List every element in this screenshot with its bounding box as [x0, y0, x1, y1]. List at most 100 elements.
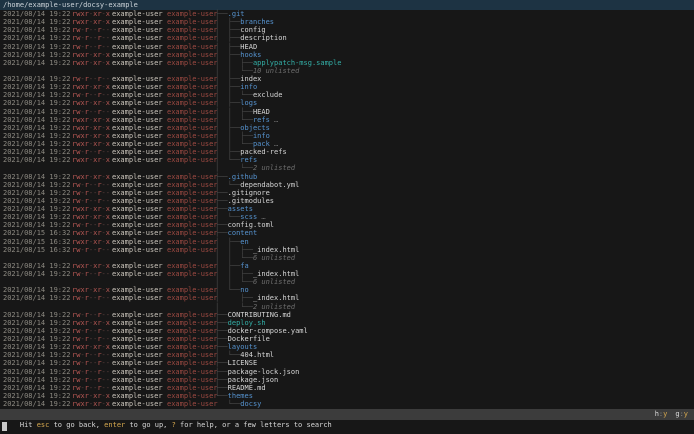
permissions: rw-r--r--	[72, 270, 110, 278]
tree-row[interactable]: 2021/08/14 19:22 rwxr-xr-x example-user exa…	[0, 59, 694, 67]
group: example-user	[167, 359, 218, 368]
tree-row[interactable]: 2021/08/14 19:22 rw-r--r-- example-user exa…	[0, 26, 694, 34]
group: example-user	[167, 318, 218, 327]
search-input[interactable]	[0, 420, 694, 434]
modified-date: 2021/08/14 19:22	[3, 50, 71, 59]
tree-row[interactable]: 2021/08/14 19:22 rwxr-xr-x example-user exa…	[0, 205, 694, 213]
owner: example-user	[112, 107, 163, 116]
permissions: rw-r--r--	[72, 367, 110, 376]
modified-date: 2021/08/14 19:22	[3, 156, 71, 165]
tree-cell: │ ├──_index.html	[215, 294, 299, 302]
tree-row[interactable]: 2021/08/14 19:22 rw-r--r-- example-user exa…	[0, 270, 694, 278]
owner: example-user	[112, 221, 163, 230]
tree-branch-lines: │ ├──	[215, 34, 241, 43]
tree-cell: │ │ ├──applypatch-msg.sample	[215, 59, 341, 67]
tree-row[interactable]: 2021/08/14 19:22 rw-r--r-- example-user exa…	[0, 376, 694, 384]
tree-row[interactable]: 2021/08/14 19:22 rwxr-xr-x example-user exa…	[0, 51, 694, 59]
entry-name: dependabot.yml	[240, 180, 300, 189]
tree-row[interactable]: 2021/08/14 19:22 rwxr-xr-x example-user exa…	[0, 262, 694, 270]
tree-row[interactable]: 2021/08/14 19:22 rw-r--r-- example-user exa…	[0, 43, 694, 51]
tree-row[interactable]: 2021/08/14 19:22 rw-r--r-- example-user exa…	[0, 294, 694, 302]
owner: example-user	[112, 359, 163, 368]
tree-row[interactable]: 2021/08/14 19:22 rw-r--r-- example-user exa…	[0, 197, 694, 205]
entry-name: fa	[240, 261, 249, 270]
tree-row[interactable]: 2021/08/14 19:22 rwxr-xr-x example-user exa…	[0, 18, 694, 26]
tree-row[interactable]: 2021/08/14 19:22 rw-r--r-- example-user exa…	[0, 359, 694, 367]
tree-row[interactable]: 2021/08/14 19:22 rwxr-xr-x example-user exa…	[0, 392, 694, 400]
permissions: rw-r--r--	[72, 351, 110, 360]
tree-row[interactable]: 2021/08/14 19:22 rw-r--r-- example-user exa…	[0, 181, 694, 189]
entry-name: _index.html	[252, 270, 300, 278]
tree-row[interactable]: │ │ └──6 unlisted	[0, 278, 694, 286]
modified-date: 2021/08/14 19:22	[3, 10, 71, 18]
tree-row[interactable]: │ └──2 unlisted	[0, 164, 694, 172]
tree-row[interactable]: 2021/08/14 19:22 rw-r--r-- example-user exa…	[0, 311, 694, 319]
current-path[interactable]: /home/example-user/docsy-example	[0, 0, 694, 10]
entry-name: HEAD	[240, 42, 258, 51]
group: example-user	[167, 10, 218, 18]
group: example-user	[167, 294, 218, 303]
tree-branch-lines: ├──	[215, 343, 228, 352]
tree-branch-lines: ├──	[215, 10, 228, 18]
tree-row[interactable]: 2021/08/14 19:22 rwxr-xr-x example-user exa…	[0, 116, 694, 124]
tree-row[interactable]: 2021/08/15 16:32 rwxr-xr-x example-user exa…	[0, 229, 694, 237]
tree-row[interactable]: 2021/08/14 19:22 rw-r--r-- example-user exa…	[0, 91, 694, 99]
tree-row[interactable]: │ └──2 unlisted	[0, 303, 694, 311]
permissions: rwxr-xr-x	[72, 83, 110, 92]
tree-row[interactable]: 2021/08/14 19:22 rw-r--r-- example-user exa…	[0, 368, 694, 376]
tree-row[interactable]: 2021/08/14 19:22 rwxr-xr-x example-user exa…	[0, 286, 694, 294]
tree-row[interactable]: 2021/08/14 19:22 rw-r--r-- example-user exa…	[0, 221, 694, 229]
tree-row[interactable]: 2021/08/14 19:22 rw-r--r-- example-user exa…	[0, 75, 694, 83]
modified-date: 2021/08/14 19:22	[3, 367, 71, 376]
tree-row[interactable]: 2021/08/15 16:32 rw-r--r-- example-user exa…	[0, 246, 694, 254]
modified-date: 2021/08/14 19:22	[3, 26, 71, 35]
owner: example-user	[112, 383, 163, 392]
tree-row[interactable]: 2021/08/14 19:22 rwxr-xr-x example-user exa…	[0, 213, 694, 221]
entry-name: docker-compose.yaml	[227, 326, 308, 335]
tree-row[interactable]: 2021/08/14 19:22 rw-r--r-- example-user exa…	[0, 34, 694, 42]
tree-branch-lines: ├──	[215, 335, 228, 343]
tree-row[interactable]: 2021/08/14 19:22 rwxr-xr-x example-user exa…	[0, 10, 694, 18]
tree-cell: │ ├──fa	[215, 262, 249, 270]
tree-row[interactable]: 2021/08/14 19:22 rwxr-xr-x example-user exa…	[0, 124, 694, 132]
permissions: rwxr-xr-x	[72, 343, 110, 352]
group: example-user	[167, 205, 218, 213]
tree-row[interactable]: │ │ └──10 unlisted	[0, 67, 694, 75]
group: example-user	[167, 221, 218, 230]
tree-row[interactable]: │ │ └──6 unlisted	[0, 254, 694, 262]
owner: example-user	[112, 229, 163, 238]
tree-row[interactable]: 2021/08/14 19:22 rwxr-xr-x example-user exa…	[0, 173, 694, 181]
permissions: rw-r--r--	[72, 91, 110, 100]
tree-branch-lines: │ ├──	[215, 148, 241, 157]
modified-date: 2021/08/14 19:22	[3, 123, 71, 132]
tree-row[interactable]: 2021/08/14 19:22 rw-r--r-- example-user exa…	[0, 351, 694, 359]
permissions: rwxr-xr-x	[72, 391, 110, 400]
owner: example-user	[112, 391, 163, 400]
unlisted-count: 2 unlisted	[252, 164, 296, 173]
tree-row[interactable]: 2021/08/14 19:22 rwxr-xr-x example-user exa…	[0, 132, 694, 140]
entry-name: CONTRIBUTING.md	[227, 310, 291, 319]
tree-row[interactable]: 2021/08/14 19:22 rw-r--r-- example-user exa…	[0, 327, 694, 335]
tree-row[interactable]: 2021/08/14 19:22 rw-r--r-- example-user exa…	[0, 335, 694, 343]
modified-date: 2021/08/14 19:22	[3, 18, 71, 27]
permissions: rwxr-xr-x	[72, 140, 110, 148]
group: example-user	[167, 83, 218, 92]
tree-row[interactable]: 2021/08/14 19:22 rwxr-xr-x example-user exa…	[0, 83, 694, 91]
owner: example-user	[112, 343, 163, 352]
tree-row[interactable]: 2021/08/14 19:22 rw-r--r-- example-user exa…	[0, 189, 694, 197]
modified-date: 2021/08/14 19:22	[3, 188, 71, 197]
tree-row[interactable]: 2021/08/15 16:32 rwxr-xr-x example-user exa…	[0, 238, 694, 246]
tree-row[interactable]: 2021/08/14 19:22 rw-r--r-- example-user exa…	[0, 108, 694, 116]
tree-row[interactable]: 2021/08/14 19:22 rwxr-xr-x example-user exa…	[0, 319, 694, 327]
tree-row[interactable]: 2021/08/14 19:22 rwxr-xr-x example-user exa…	[0, 400, 694, 408]
owner: example-user	[112, 180, 163, 189]
permissions: rw-r--r--	[72, 34, 110, 43]
tree-row[interactable]: 2021/08/14 19:22 rwxr-xr-x example-user exa…	[0, 156, 694, 164]
tree-row[interactable]: 2021/08/14 19:22 rwxr-xr-x example-user exa…	[0, 99, 694, 107]
tree-row[interactable]: 2021/08/14 19:22 rwxr-xr-x example-user exa…	[0, 140, 694, 148]
owner: example-user	[112, 294, 163, 303]
tree-row[interactable]: 2021/08/14 19:22 rw-r--r-- example-user exa…	[0, 148, 694, 156]
broot-terminal: /home/example-user/docsy-example 2021/08…	[0, 0, 694, 434]
tree-row[interactable]: 2021/08/14 19:22 rwxr-xr-x example-user exa…	[0, 343, 694, 351]
tree-row[interactable]: 2021/08/14 19:22 rw-r--r-- example-user exa…	[0, 384, 694, 392]
